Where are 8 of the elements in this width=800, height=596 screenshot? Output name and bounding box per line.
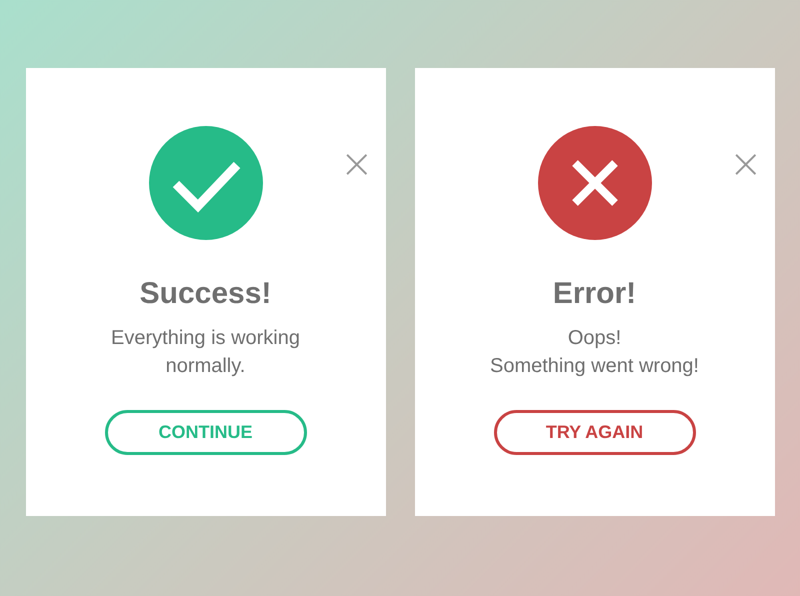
dialog-message: Oops! Something went wrong! bbox=[490, 326, 699, 379]
dialog-title: Error! bbox=[552, 276, 636, 312]
close-button[interactable]: × bbox=[728, 146, 762, 182]
dialog-message: Everything is working normally. bbox=[110, 326, 301, 379]
action-button[interactable]: TRY AGAIN bbox=[494, 410, 696, 455]
dialog-title: Success! bbox=[140, 276, 272, 312]
close-button[interactable]: × bbox=[340, 146, 374, 182]
action-button[interactable]: CONTINUE bbox=[104, 410, 306, 455]
